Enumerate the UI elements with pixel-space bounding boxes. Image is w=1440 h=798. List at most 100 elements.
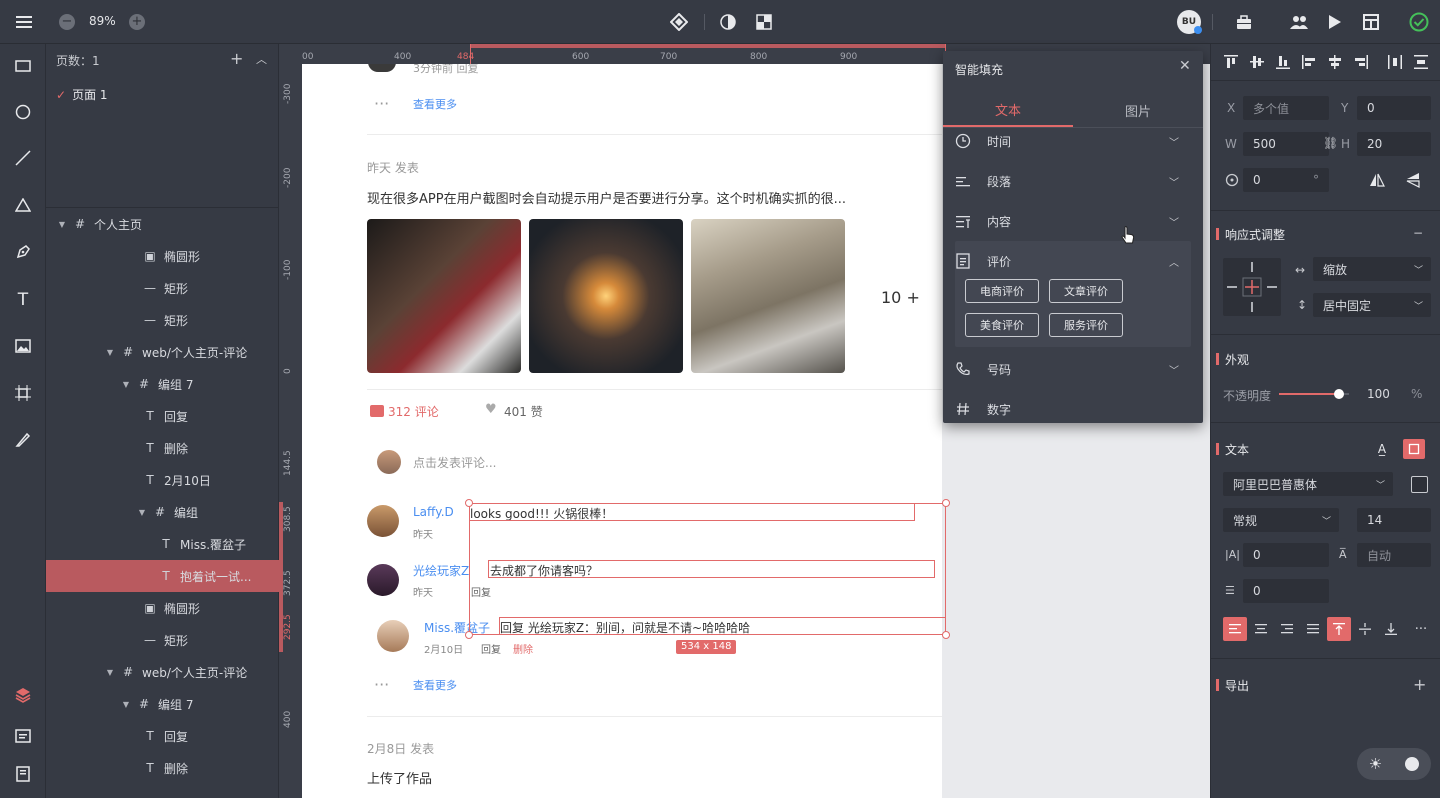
vertical-constraint-select[interactable]: 居中固定 ﹀ <box>1313 293 1431 317</box>
tag-service-review[interactable]: 服务评价 <box>1049 313 1123 337</box>
align-middle-icon[interactable] <box>1247 52 1267 72</box>
layer-row[interactable]: — 矩形 <box>46 272 279 304</box>
rectangle-tool-icon[interactable] <box>12 56 34 76</box>
zoom-in-icon[interactable]: + <box>129 14 145 30</box>
comment-count[interactable]: 312 评论 <box>388 403 439 420</box>
zoom-level[interactable]: 89% <box>89 14 116 28</box>
text-align-right-icon[interactable] <box>1275 617 1299 641</box>
distribute-horizontal-icon[interactable] <box>1385 52 1405 72</box>
sun-icon[interactable]: ☀ <box>1369 755 1382 773</box>
y-field[interactable]: 0 <box>1357 96 1431 120</box>
resize-handle[interactable] <box>465 499 473 507</box>
team-icon[interactable] <box>1288 12 1310 32</box>
text-justify-icon[interactable] <box>1301 617 1325 641</box>
layer-row[interactable]: ▣ 椭圆形 <box>46 240 279 272</box>
align-left-icon[interactable] <box>1299 52 1319 72</box>
align-top-icon[interactable] <box>1221 52 1241 72</box>
layer-row[interactable]: T 删除 <box>46 752 279 784</box>
heart-icon[interactable]: ♥ <box>485 402 497 417</box>
opacity-slider[interactable] <box>1279 389 1349 399</box>
align-right-icon[interactable] <box>1351 52 1371 72</box>
selected-text-frame[interactable] <box>499 617 946 635</box>
resize-handle[interactable] <box>942 631 950 639</box>
font-weight-select[interactable]: 常规 ﹀ <box>1223 508 1339 532</box>
expand-arrow-icon[interactable]: ▼ <box>104 348 116 357</box>
constraint-widget[interactable] <box>1223 258 1281 316</box>
tag-article-review[interactable]: 文章评价 <box>1049 279 1123 303</box>
layer-row[interactable]: ▣ 椭圆形 <box>46 592 279 624</box>
valign-middle-icon[interactable] <box>1353 617 1377 641</box>
layer-row[interactable]: ▼ # web/个人主页-评论 <box>46 656 279 688</box>
add-page-button[interactable]: + <box>230 49 243 68</box>
expand-arrow-icon[interactable]: ▼ <box>136 508 148 517</box>
more-dots-icon[interactable]: ··· <box>374 94 389 113</box>
component-icon[interactable] <box>668 12 690 32</box>
flip-horizontal-icon[interactable] <box>1367 170 1387 190</box>
tag-food-review[interactable]: 美食评价 <box>965 313 1039 337</box>
saved-check-icon[interactable] <box>1408 11 1430 33</box>
zoom-out-icon[interactable]: − <box>59 14 75 30</box>
view-more-link[interactable]: 查看更多 <box>413 677 457 693</box>
text-align-center-icon[interactable] <box>1249 617 1273 641</box>
width-field[interactable]: 500 <box>1243 132 1329 156</box>
toolbox-icon[interactable] <box>1234 12 1254 32</box>
image-tool-icon[interactable] <box>12 336 34 356</box>
layer-row[interactable]: ▼ # 个人主页 <box>46 208 279 240</box>
library-icon[interactable] <box>12 764 34 784</box>
resize-handle[interactable] <box>465 631 473 639</box>
post-image-snow[interactable] <box>691 219 845 373</box>
comment-author[interactable]: 光绘玩家Z <box>413 562 469 579</box>
fill-item-paragraph[interactable]: 段落 ﹀ <box>955 161 1191 201</box>
line-height-field[interactable]: 自动 <box>1357 543 1431 567</box>
fill-item-time[interactable]: 时间 ﹀ <box>955 121 1191 161</box>
rotation-field[interactable]: 0 ° <box>1243 168 1329 192</box>
reply-button[interactable]: 回复 <box>481 641 501 656</box>
pen-tool-icon[interactable] <box>12 242 34 262</box>
paragraph-spacing-field[interactable]: 0 <box>1243 579 1329 603</box>
more-images-count[interactable]: 10 + <box>881 288 920 307</box>
comment-input[interactable]: 点击发表评论... <box>413 454 496 471</box>
height-field[interactable]: 20 <box>1357 132 1431 156</box>
comment-author[interactable]: Laffy.D <box>413 505 454 519</box>
expand-arrow-icon[interactable]: ▼ <box>120 700 132 709</box>
boolean-icon[interactable] <box>754 12 774 32</box>
selected-text-frame[interactable] <box>488 560 935 578</box>
artboard-tool-icon[interactable] <box>12 383 34 403</box>
add-export-icon[interactable]: + <box>1413 675 1426 694</box>
play-icon[interactable] <box>1325 12 1345 32</box>
x-field[interactable]: 多个值 <box>1243 96 1329 120</box>
collapse-pages-icon[interactable]: ︿ <box>256 51 267 67</box>
text-tool-icon[interactable]: T <box>12 289 34 311</box>
text-style-icon[interactable]: A̲ <box>1371 439 1393 459</box>
delete-button[interactable]: 删除 <box>513 641 533 656</box>
view-more-link[interactable]: 查看更多 <box>413 96 457 112</box>
layer-row[interactable]: ▼ # 编组 <box>46 496 279 528</box>
expand-arrow-icon[interactable]: ▼ <box>120 380 132 389</box>
layer-row[interactable]: — 矩形 <box>46 624 279 656</box>
post-image-houses[interactable] <box>367 219 521 373</box>
more-dots-icon[interactable]: ··· <box>374 675 389 694</box>
distribute-vertical-icon[interactable] <box>1411 52 1431 72</box>
layer-row[interactable]: T Miss.覆盆子 <box>46 528 279 560</box>
layer-row[interactable]: ▼ # 编组 7 <box>46 368 279 400</box>
post-image-sparkler[interactable] <box>529 219 683 373</box>
expand-arrow-icon[interactable]: ▼ <box>104 668 116 677</box>
assets-icon[interactable] <box>12 726 34 746</box>
resize-handle[interactable] <box>942 499 950 507</box>
layer-row[interactable]: T 回复 <box>46 400 279 432</box>
valign-bottom-icon[interactable] <box>1379 617 1403 641</box>
comment-icon[interactable] <box>370 405 384 417</box>
letter-spacing-field[interactable]: 0 <box>1243 543 1329 567</box>
layer-row[interactable]: T 删除 <box>46 432 279 464</box>
selected-text-frame[interactable] <box>469 503 915 521</box>
slice-tool-icon[interactable] <box>12 430 34 450</box>
handoff-icon[interactable] <box>1361 12 1381 32</box>
fill-item-review[interactable]: 评价 ︿ <box>955 241 1191 281</box>
triangle-tool-icon[interactable] <box>12 195 34 215</box>
text-align-left-icon[interactable] <box>1223 617 1247 641</box>
page-item[interactable]: ✓ 页面 1 <box>56 86 108 103</box>
layer-row[interactable]: T 2月10日 <box>46 464 279 496</box>
collapse-icon[interactable]: − <box>1413 226 1423 240</box>
valign-top-icon[interactable] <box>1327 617 1351 641</box>
ellipse-tool-icon[interactable] <box>12 102 34 122</box>
